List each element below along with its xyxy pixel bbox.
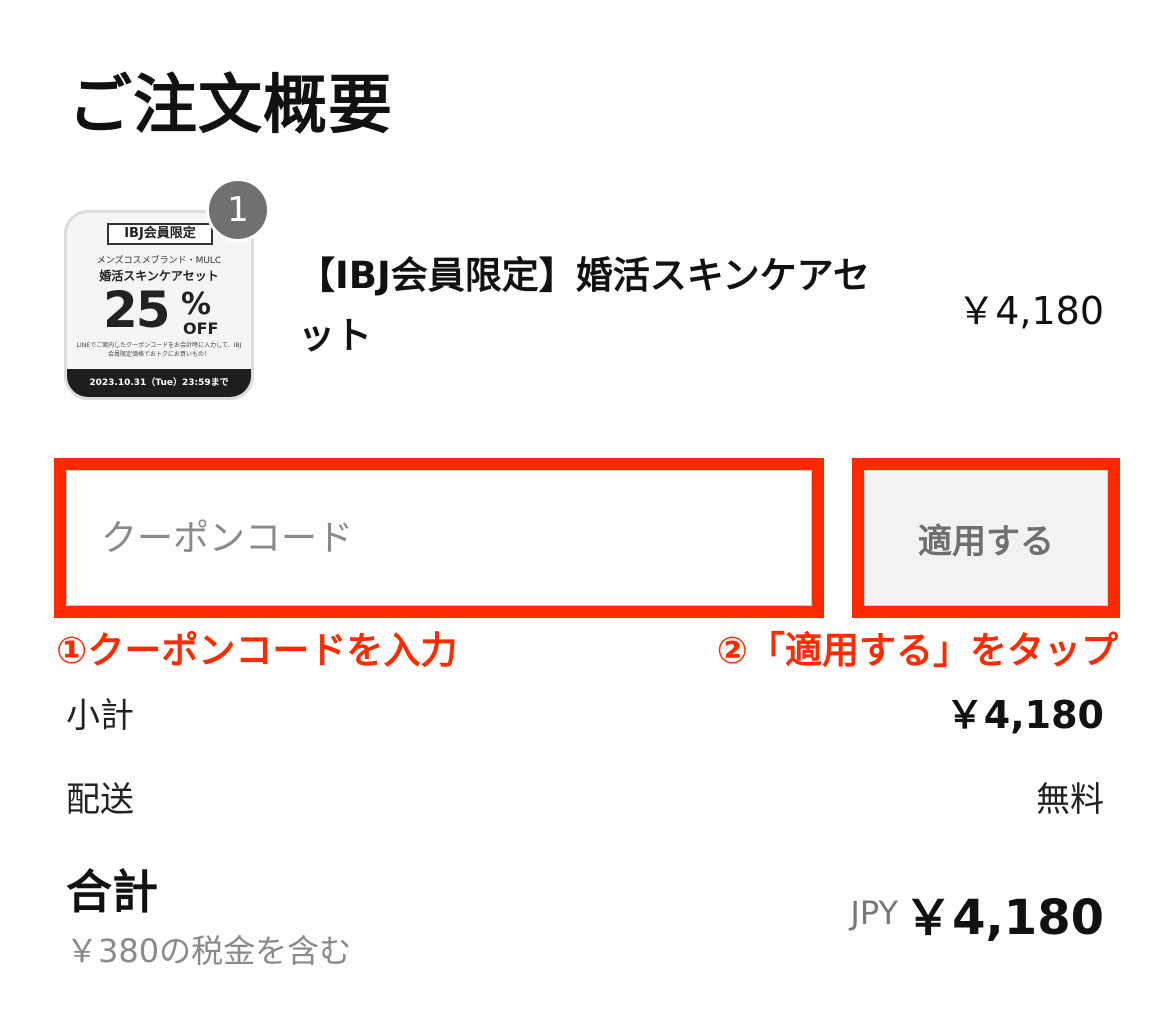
annotation-step-2: ②「適用する」をタップ <box>716 629 1118 672</box>
shipping-label: 配送 <box>66 780 134 820</box>
thumbnail-deadline: 2023.10.31（Tue）23:59まで <box>67 369 251 397</box>
thumbnail-off: OFF <box>183 319 219 338</box>
tax-note: ￥380の税金を含む <box>66 932 352 970</box>
shipping-value: 無料 <box>1036 780 1104 820</box>
thumbnail-tag: IBJ会員限定 <box>107 223 213 245</box>
thumbnail-brand: メンズコスメブランド・MULC <box>96 256 222 266</box>
total-value: ￥4,180 <box>904 890 1104 946</box>
coupon-code-input[interactable] <box>66 470 812 606</box>
product-name: 【IBJ会員限定】婚活スキンケアセット <box>298 254 870 357</box>
annotation-step-1: ①クーポンコードを入力 <box>56 629 458 672</box>
currency-code: JPY <box>850 894 898 932</box>
thumbnail-discount: 25 <box>103 281 171 339</box>
subtotal-label: 小計 <box>66 696 134 736</box>
thumbnail-note: LINEでご案内したクーポンコードをお会計時に入力して、IBJ会員限定価格でおト… <box>76 342 242 358</box>
thumbnail-percent-sign: % <box>181 287 212 322</box>
subtotal-value: ￥4,180 <box>945 693 1104 737</box>
total-label: 合計 <box>66 865 158 919</box>
page-title: ご注文概要 <box>68 69 393 143</box>
apply-coupon-button[interactable]: 適用する <box>864 470 1108 606</box>
product-price: ￥4,180 <box>957 289 1104 333</box>
quantity-badge: 1 <box>206 178 270 242</box>
